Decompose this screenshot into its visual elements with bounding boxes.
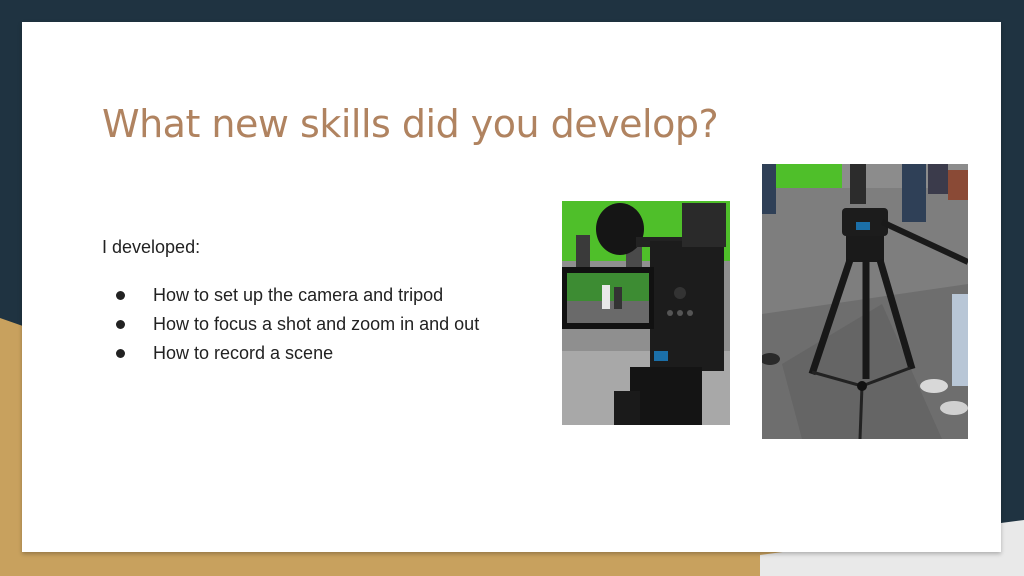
bullet-icon (116, 291, 125, 300)
slide-title: What new skills did you develop? (102, 102, 719, 146)
skills-list: How to set up the camera and tripod How … (102, 284, 479, 371)
bullet-icon (116, 320, 125, 329)
list-item-text: How to set up the camera and tripod (153, 285, 444, 305)
bullet-icon (116, 349, 125, 358)
tripod-photo-image (762, 164, 968, 439)
tripod-photo (762, 164, 968, 439)
list-item-text: How to record a scene (153, 343, 334, 363)
list-item: How to set up the camera and tripod (102, 284, 479, 313)
camera-photo (562, 201, 730, 425)
camera-photo-image (562, 201, 730, 425)
list-item: How to record a scene (102, 342, 479, 371)
slide-canvas: What new skills did you develop? I devel… (22, 22, 1001, 552)
intro-text: I developed: (102, 237, 201, 257)
list-item: How to focus a shot and zoom in and out (102, 313, 479, 342)
list-item-text: How to focus a shot and zoom in and out (153, 314, 480, 334)
